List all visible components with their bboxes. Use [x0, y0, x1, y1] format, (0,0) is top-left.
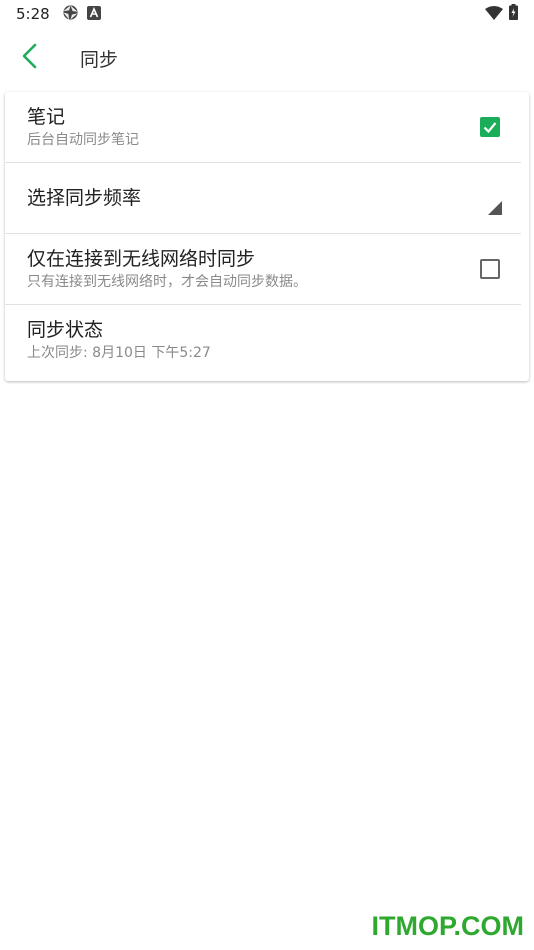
page-title: 同步 [80, 48, 119, 71]
watermark: ITMOP.COM [371, 911, 524, 941]
pref-title: 同步状态 [27, 319, 104, 341]
pref-sync-frequency[interactable]: 选择同步频率 [5, 163, 529, 233]
pref-title: 选择同步频率 [27, 187, 142, 209]
notes-sync-checkbox[interactable] [480, 117, 500, 137]
pref-title: 笔记 [27, 106, 66, 128]
battery-icon [509, 4, 518, 24]
back-button[interactable] [0, 28, 60, 88]
wifi-only-checkbox[interactable] [480, 259, 500, 279]
wifi-icon [485, 5, 503, 24]
check-icon [483, 122, 497, 134]
pref-summary: 只有连接到无线网络时，才会自动同步数据。 [27, 274, 307, 290]
pref-title: 仅在连接到无线网络时同步 [27, 248, 256, 270]
pref-sync-status[interactable]: 同步状态 上次同步: 8月10日 下午5:27 [5, 305, 529, 381]
status-time: 5:28 [16, 5, 50, 23]
a-badge-icon [86, 5, 101, 24]
chevron-left-icon [20, 43, 40, 73]
status-bar: 5:28 [0, 0, 534, 28]
pref-notes-sync[interactable]: 笔记 后台自动同步笔记 [5, 92, 529, 162]
dropdown-triangle-icon [488, 200, 502, 219]
pref-summary: 后台自动同步笔记 [27, 132, 139, 148]
app-bar: 同步 [0, 28, 534, 88]
preferences-card: 笔记 后台自动同步笔记 选择同步频率 仅在连接到无线网络时同步 只有连接到无线网… [5, 92, 529, 381]
pref-wifi-only[interactable]: 仅在连接到无线网络时同步 只有连接到无线网络时，才会自动同步数据。 [5, 234, 529, 304]
pref-summary: 上次同步: 8月10日 下午5:27 [27, 345, 211, 361]
aperture-icon [62, 4, 79, 25]
